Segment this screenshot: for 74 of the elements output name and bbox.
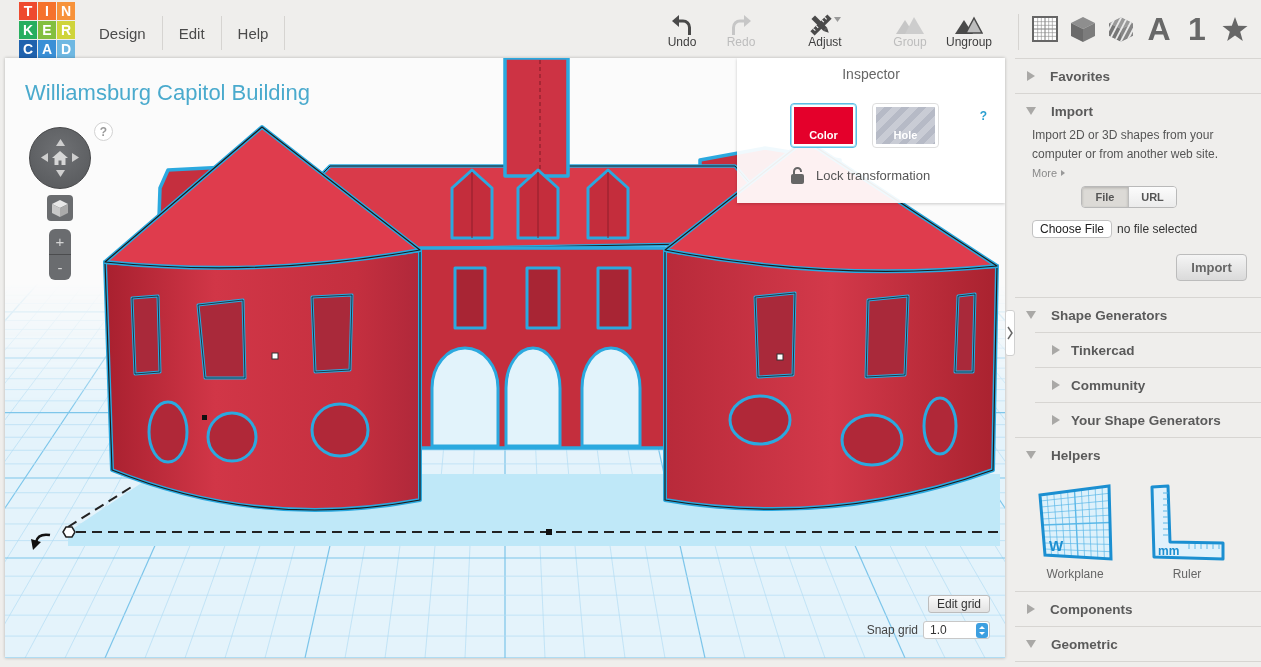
- import-button[interactable]: Import: [1176, 254, 1247, 281]
- menu-item[interactable]: Help: [221, 21, 285, 45]
- cube-icon: [52, 199, 68, 217]
- section-header[interactable]: Helpers: [1015, 438, 1261, 472]
- menu-item[interactable]: Edit: [162, 21, 221, 45]
- logo-tile: A: [38, 40, 56, 58]
- chevron-right-icon: [1007, 326, 1013, 340]
- selection-handle[interactable]: [271, 352, 279, 360]
- spinner-icon: [976, 622, 988, 638]
- home-icon[interactable]: [52, 151, 68, 165]
- logo-tile: C: [19, 40, 37, 58]
- cube-icon[interactable]: [1070, 15, 1096, 43]
- logo-tile: R: [57, 21, 75, 39]
- redo-icon: [731, 15, 751, 35]
- lock-label: Lock transformation: [816, 168, 931, 183]
- section-header[interactable]: Favorites: [1015, 59, 1261, 93]
- corner-handle[interactable]: [62, 526, 76, 538]
- view-cube-button[interactable]: [47, 195, 73, 221]
- section-header[interactable]: Import: [1015, 94, 1261, 128]
- more-link[interactable]: More: [1032, 164, 1066, 182]
- ungroup-button[interactable]: Ungroup: [941, 0, 997, 58]
- collapse-panel-button[interactable]: [1005, 310, 1015, 356]
- zoom-out-button[interactable]: -: [49, 255, 71, 280]
- section-header[interactable]: Shape Generators: [1015, 298, 1261, 332]
- arrow-right-icon[interactable]: [72, 153, 79, 163]
- logo-tile: K: [19, 21, 37, 39]
- workplane-icon: W: [1037, 483, 1113, 561]
- logo-tile: T: [19, 2, 37, 20]
- logo-tile: D: [57, 40, 75, 58]
- design-title: Williamsburg Capitol Building: [25, 80, 310, 106]
- file-status-text: no file selected: [1117, 222, 1198, 236]
- undo-button[interactable]: Undo: [654, 0, 710, 58]
- helper-item[interactable]: mm Ruler: [1142, 483, 1232, 581]
- section-header[interactable]: Components: [1015, 592, 1261, 626]
- section-header[interactable]: Your Shape Generators: [1035, 402, 1261, 437]
- edit-grid-button[interactable]: Edit grid: [927, 595, 990, 613]
- glyph-tab[interactable]: 1: [1188, 13, 1206, 45]
- selection-handle[interactable]: [546, 529, 552, 535]
- menu-item[interactable]: Design: [83, 21, 162, 45]
- unlocked-icon[interactable]: [791, 167, 804, 184]
- section-header[interactable]: Tinkercad: [1035, 332, 1261, 367]
- striped-cube-icon[interactable]: [1108, 15, 1134, 43]
- adjust-button[interactable]: Adjust: [797, 0, 853, 58]
- glyph-tab[interactable]: A: [1147, 13, 1171, 45]
- logo-tile: N: [57, 2, 75, 20]
- selection-handle[interactable]: [202, 415, 207, 420]
- section-header[interactable]: Geometric: [1015, 627, 1261, 661]
- triangles-icon: [955, 16, 983, 34]
- source-tab[interactable]: URL: [1128, 187, 1176, 207]
- color-swatch[interactable]: Color: [790, 103, 857, 148]
- snap-grid-label: Snap grid: [866, 623, 918, 637]
- choose-file-button[interactable]: Choose File: [1032, 220, 1113, 238]
- source-tab[interactable]: File: [1082, 187, 1128, 207]
- logo-tile: E: [38, 21, 56, 39]
- star-icon[interactable]: [1222, 16, 1248, 42]
- arrow-left-icon[interactable]: [41, 153, 48, 163]
- caret-right-icon: [1061, 170, 1066, 176]
- arrow-up-icon[interactable]: [55, 139, 65, 147]
- selection-handle[interactable]: [776, 353, 784, 361]
- grid-icon[interactable]: [1032, 16, 1058, 42]
- triangles-icon: [896, 16, 924, 34]
- ruler-icon: mm: [1149, 483, 1225, 561]
- section-header[interactable]: Community: [1035, 367, 1261, 402]
- help-link[interactable]: ?: [979, 109, 987, 123]
- arrow-down-icon[interactable]: [55, 169, 65, 177]
- helper-item[interactable]: W Workplane: [1030, 483, 1120, 581]
- undo-icon: [672, 15, 692, 35]
- logo-tile: I: [38, 2, 56, 20]
- inspector-title: Inspector: [842, 66, 900, 82]
- import-description: Import 2D or 3D shapes from your computer or from another web site.: [1032, 127, 1220, 163]
- rotate-arrow-icon[interactable]: [31, 533, 51, 550]
- snap-grid-select[interactable]: 1.0: [923, 621, 990, 639]
- caret-down-icon: [833, 17, 841, 22]
- zoom-in-button[interactable]: +: [49, 229, 71, 255]
